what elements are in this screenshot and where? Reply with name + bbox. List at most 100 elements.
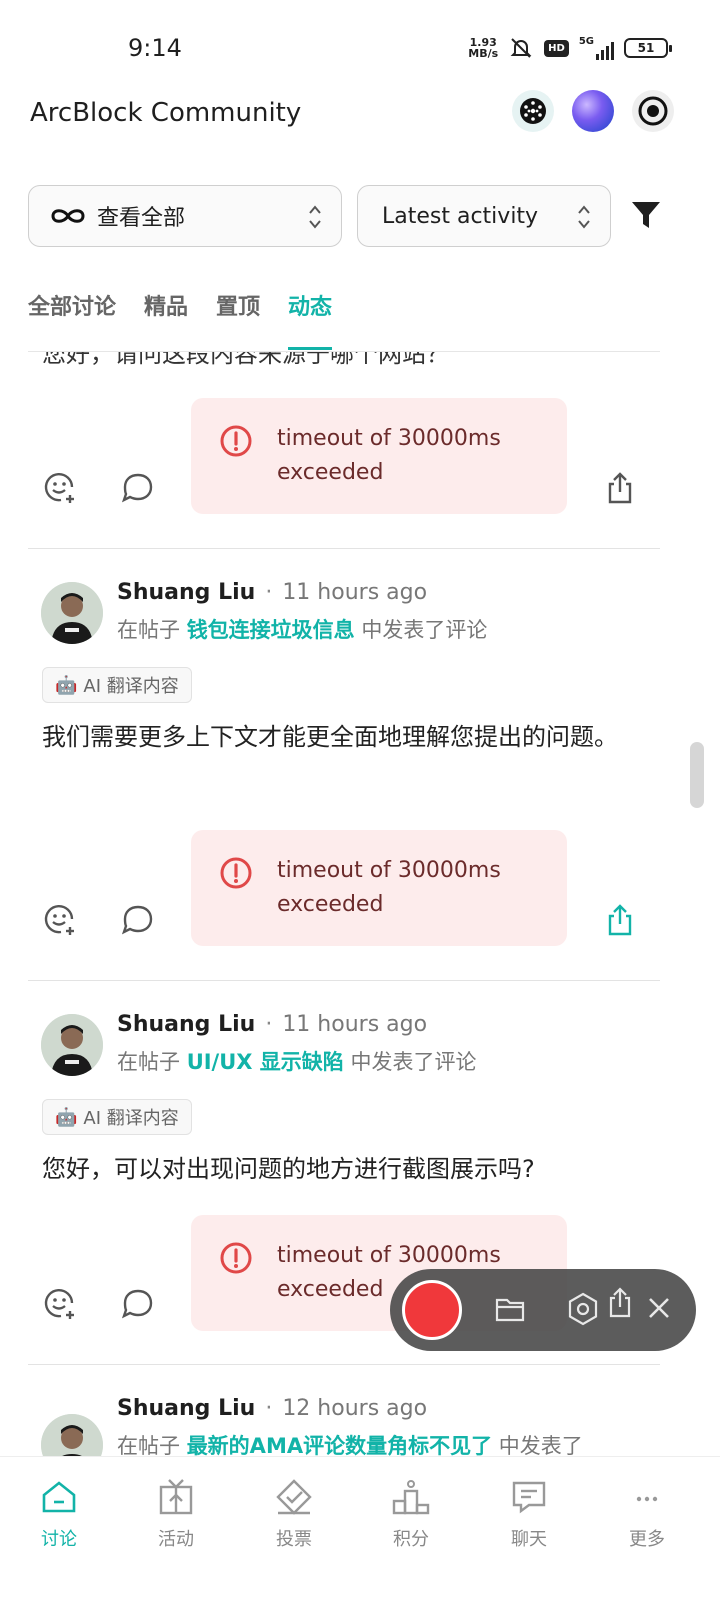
tab-activity[interactable]: 动态 — [288, 292, 333, 350]
comment-body: 我们需要更多上下文才能更全面地理解您提出的问题。 — [42, 723, 618, 751]
feed-card: timeout of 30000ms exceeded — [28, 352, 660, 550]
author-line: Shuang Liu · 11 hours ago — [117, 580, 427, 605]
error-message-line1: timeout of 30000ms — [277, 426, 501, 451]
error-message: timeout of 30000ms exceeded — [277, 854, 501, 922]
separator-dot: · — [265, 580, 273, 605]
robot-icon: 🤖 — [55, 1106, 78, 1128]
chat-icon — [512, 1481, 546, 1514]
hd-badge: HD — [544, 39, 569, 57]
post-prefix: 在帖子 — [117, 618, 180, 642]
error-message-line1: timeout of 30000ms — [277, 858, 501, 883]
post-title-link[interactable]: 最新的AMA评论数量角标不见了 — [187, 1434, 492, 1456]
post-title-link[interactable]: 钱包连接垃圾信息 — [187, 618, 355, 642]
nav-label: 积分 — [393, 1529, 429, 1550]
error-icon — [220, 425, 252, 457]
share-icon[interactable] — [606, 1287, 634, 1319]
person-avatar-icon — [41, 1414, 103, 1456]
add-reaction-icon[interactable] — [42, 470, 78, 506]
nav-item-points[interactable]: 积分 — [361, 1477, 461, 1551]
filter-row: 查看全部 Latest activity — [28, 185, 688, 249]
nav-item-more[interactable]: 更多 — [597, 1477, 697, 1551]
tab-pinned[interactable]: 置顶 — [216, 292, 260, 350]
comment-icon[interactable] — [120, 470, 156, 506]
card-divider — [28, 1364, 660, 1365]
network-speed: 1.93 MB/s — [468, 37, 498, 59]
timestamp: 11 hours ago — [282, 580, 428, 605]
error-message-line1: timeout of 30000ms — [277, 1243, 501, 1268]
gift-icon — [159, 1479, 193, 1515]
author-line: Shuang Liu · 11 hours ago — [117, 1012, 427, 1037]
timestamp: 11 hours ago — [282, 1012, 428, 1037]
add-reaction-icon[interactable] — [42, 1286, 78, 1322]
separator-dot: · — [265, 1012, 273, 1037]
scope-select[interactable]: 查看全部 — [28, 185, 342, 247]
author-name[interactable]: Shuang Liu — [117, 1396, 255, 1421]
post-reference: 在帖子 最新的AMA评论数量角标不见了 中发表了 — [117, 1430, 583, 1456]
record-button[interactable] — [402, 1280, 462, 1340]
header-actions — [512, 90, 674, 132]
status-time: 9:14 — [128, 34, 182, 62]
nav-item-events[interactable]: 活动 — [126, 1477, 226, 1551]
signal-label: 5G — [578, 36, 594, 47]
share-icon[interactable] — [602, 902, 638, 938]
record-target-icon[interactable] — [632, 90, 674, 132]
author-name[interactable]: Shuang Liu — [117, 1012, 255, 1037]
sort-select[interactable]: Latest activity — [357, 185, 611, 247]
nav-label: 投票 — [276, 1529, 312, 1550]
arcblock-app-icon[interactable] — [512, 90, 554, 132]
nav-label: 讨论 — [41, 1529, 77, 1550]
error-icon — [220, 1242, 252, 1274]
separator-dot: · — [265, 1396, 273, 1421]
post-title-link[interactable]: UI/UX 显示缺陷 — [187, 1050, 344, 1074]
bottom-nav: 讨论 活动 投票 积分 聊天 更多 — [0, 1456, 720, 1600]
ai-translation-chip[interactable]: 🤖 AI 翻译内容 — [42, 1099, 192, 1135]
scope-select-label: 查看全部 — [97, 206, 186, 231]
error-message-line2: exceeded — [277, 892, 384, 917]
home-icon — [42, 1481, 76, 1513]
comment-icon[interactable] — [120, 902, 156, 938]
nav-label: 活动 — [158, 1529, 194, 1550]
mute-bell-icon — [510, 38, 532, 58]
post-reference: 在帖子 钱包连接垃圾信息 中发表了评论 — [117, 614, 487, 644]
person-avatar-icon — [41, 582, 103, 644]
error-box: timeout of 30000ms exceeded — [191, 398, 567, 514]
app-header: ArcBlock Community — [0, 84, 720, 144]
avatar[interactable] — [41, 1414, 103, 1456]
add-reaction-icon[interactable] — [42, 902, 78, 938]
person-avatar-icon — [41, 1014, 103, 1076]
user-avatar[interactable] — [572, 90, 614, 132]
error-box: timeout of 30000ms exceeded — [191, 830, 567, 946]
folder-icon[interactable] — [494, 1293, 526, 1325]
status-bar: 9:14 1.93 MB/s HD 5G 51 — [0, 0, 720, 96]
comment-icon[interactable] — [120, 1286, 156, 1322]
ai-chip-label: AI 翻译内容 — [83, 1108, 179, 1129]
filter-icon[interactable] — [630, 199, 662, 231]
avatar[interactable] — [41, 582, 103, 644]
settings-icon[interactable] — [566, 1291, 600, 1327]
post-suffix: 中发表了 — [498, 1434, 583, 1456]
author-name[interactable]: Shuang Liu — [117, 580, 255, 605]
post-reference: 在帖子 UI/UX 显示缺陷 中发表了评论 — [117, 1046, 476, 1076]
close-icon[interactable] — [644, 1293, 674, 1323]
screen-recorder-toolbar — [390, 1269, 696, 1351]
nav-item-votes[interactable]: 投票 — [244, 1477, 344, 1551]
ai-translation-chip[interactable]: 🤖 AI 翻译内容 — [42, 667, 192, 703]
sort-chevrons-icon — [309, 205, 321, 229]
tab-bar: 全部讨论 精品 置顶 动态 — [28, 292, 333, 352]
robot-icon: 🤖 — [55, 674, 78, 696]
feed-card: Shuang Liu · 12 hours ago 在帖子 最新的AMA评论数量… — [28, 1366, 660, 1456]
post-suffix: 中发表了评论 — [361, 618, 488, 642]
status-icons: 1.93 MB/s HD 5G 51 — [468, 36, 672, 60]
tab-featured[interactable]: 精品 — [144, 292, 188, 350]
author-line: Shuang Liu · 12 hours ago — [117, 1396, 427, 1421]
sort-select-label: Latest activity — [382, 203, 539, 229]
app-title: ArcBlock Community — [30, 98, 302, 128]
error-message-line2: exceeded — [277, 460, 384, 485]
share-icon[interactable] — [602, 470, 638, 506]
timestamp: 12 hours ago — [282, 1396, 428, 1421]
tab-all-discussions[interactable]: 全部讨论 — [28, 292, 116, 350]
nav-item-chat[interactable]: 聊天 — [479, 1477, 579, 1551]
nav-item-discussions[interactable]: 讨论 — [9, 1477, 109, 1551]
scrollbar-thumb[interactable] — [690, 742, 704, 808]
avatar[interactable] — [41, 1014, 103, 1076]
